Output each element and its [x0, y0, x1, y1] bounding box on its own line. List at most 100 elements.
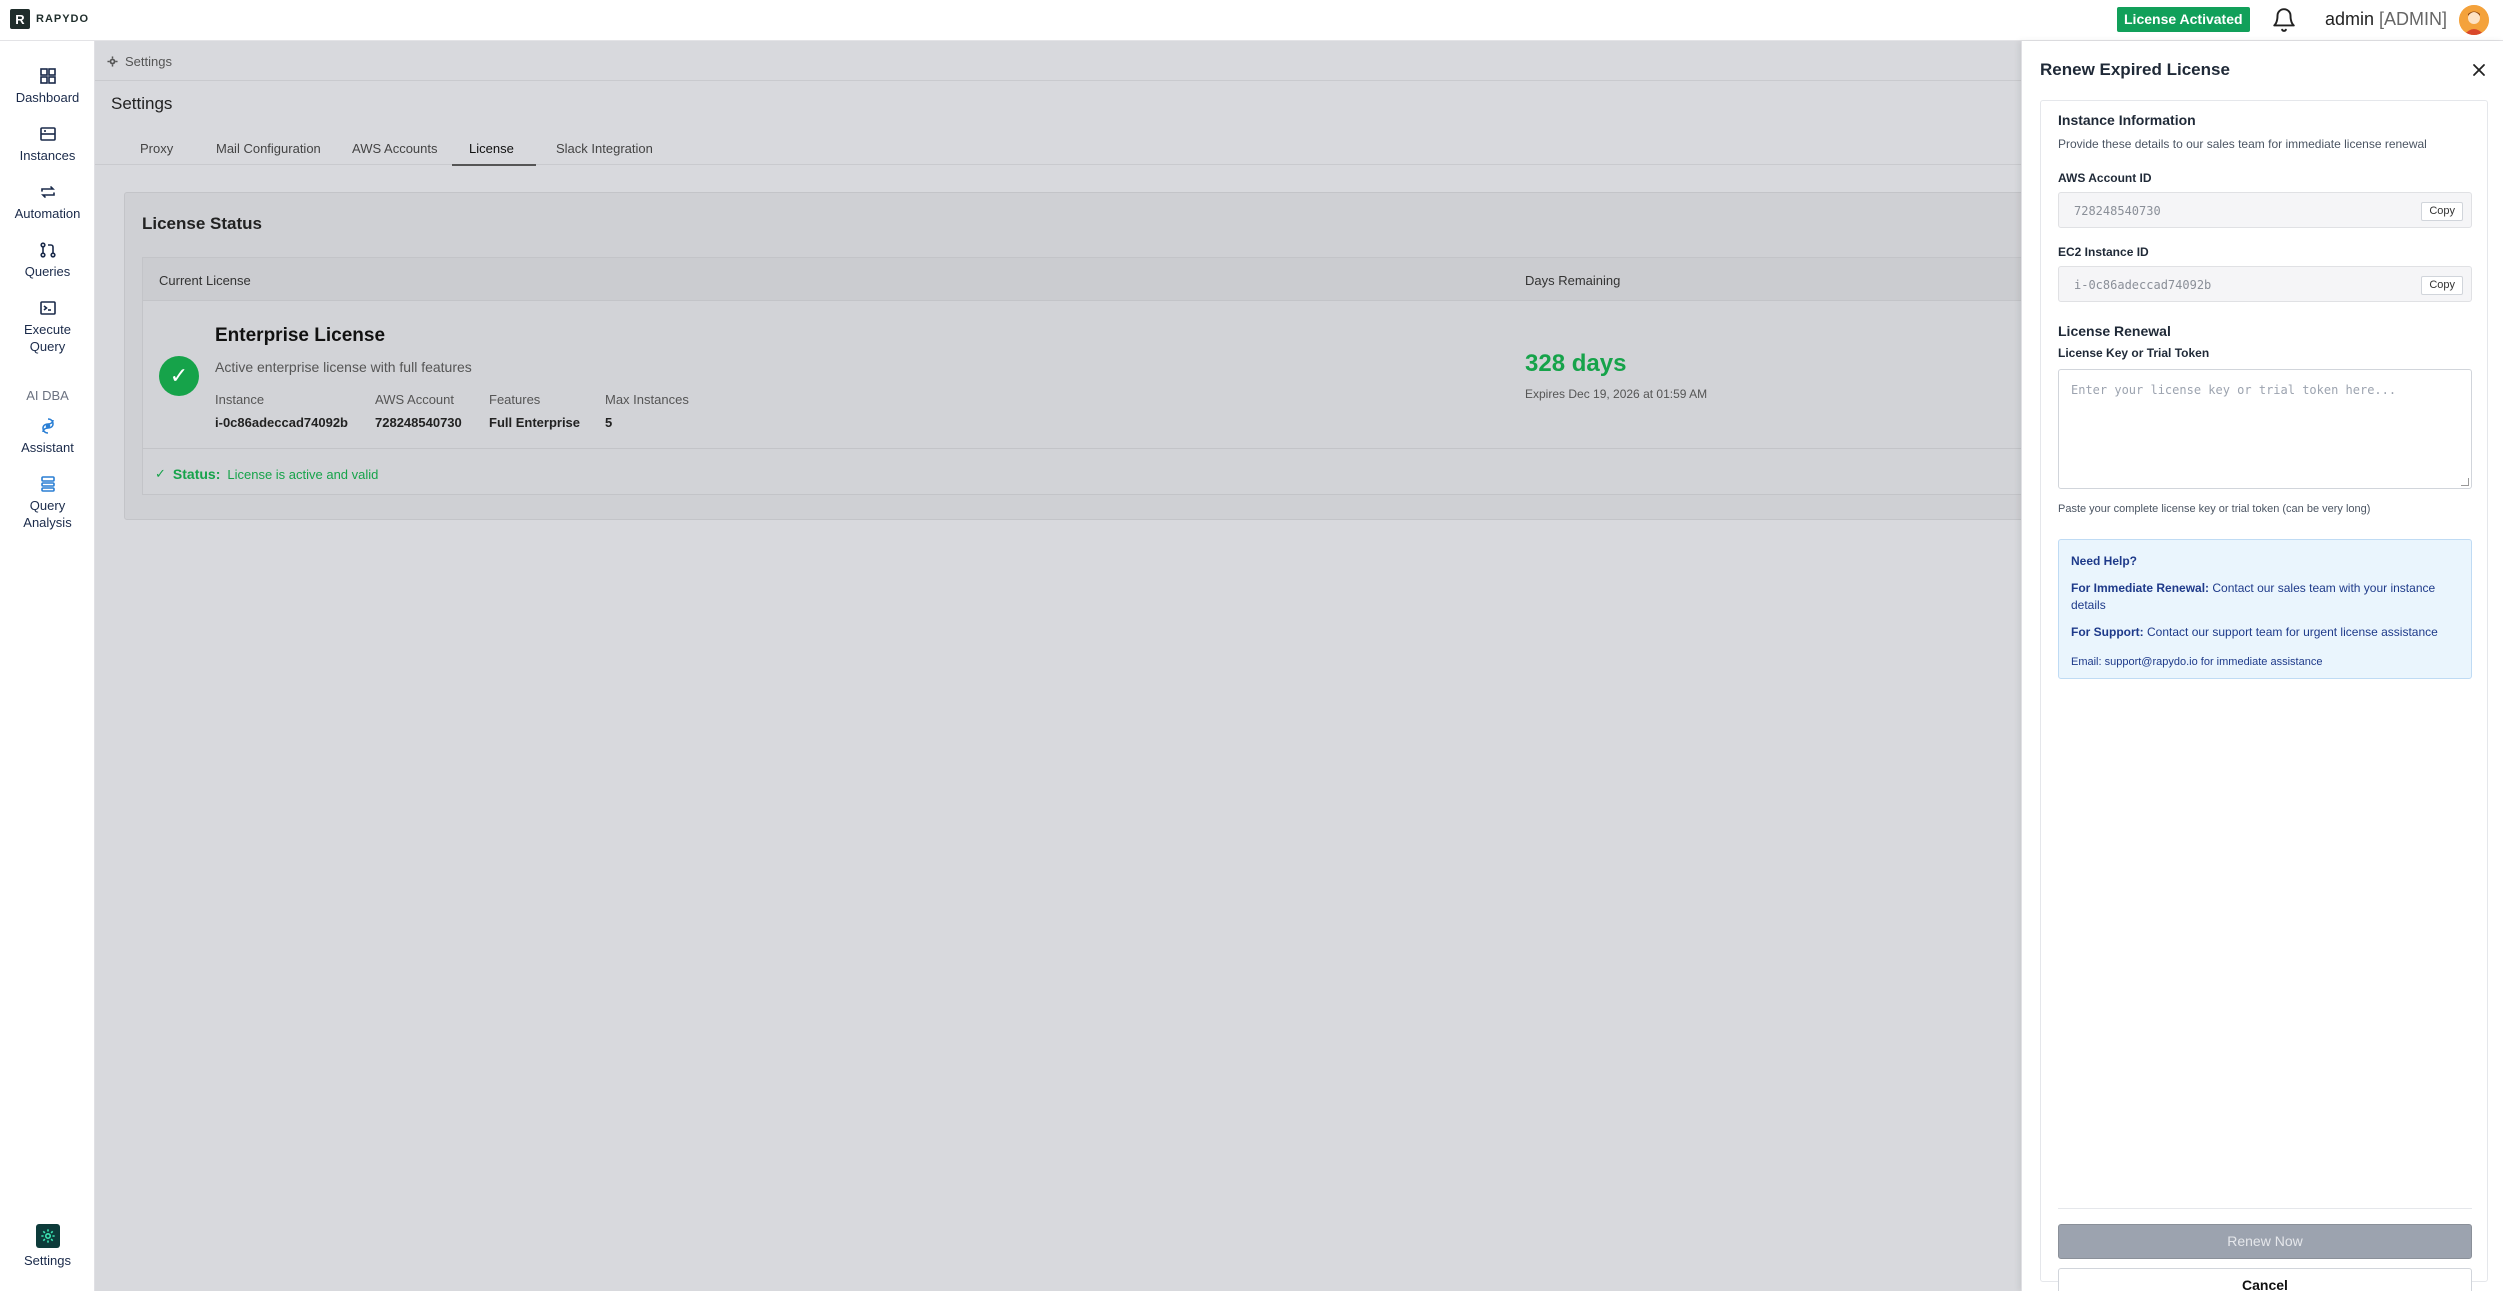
- assistant-icon: [41, 418, 54, 434]
- brand-logo[interactable]: R RAPYDO: [10, 9, 89, 29]
- help-box: Need Help? For Immediate Renewal: Contac…: [2058, 539, 2472, 679]
- bell-icon[interactable]: [2271, 7, 2297, 33]
- repeat-icon: [40, 186, 55, 198]
- breadcrumb: Settings: [107, 54, 172, 69]
- license-status-title: License Status: [142, 214, 262, 233]
- renew-now-button[interactable]: Renew Now: [2058, 1224, 2472, 1259]
- server-icon: [39, 127, 56, 141]
- cancel-button[interactable]: Cancel: [2058, 1268, 2472, 1291]
- logo-mark: R: [10, 9, 30, 29]
- checkmark-icon: ✓: [155, 466, 166, 481]
- help-email-line: Email: support@rapydo.io for immediate a…: [2071, 656, 2323, 668]
- tab-slack-integration[interactable]: Slack Integration: [556, 141, 653, 164]
- ec2-instance-id-value: i-0c86adeccad74092b: [2074, 278, 2212, 292]
- pull-request-icon: [39, 242, 56, 258]
- license-key-label: License Key or Trial Token: [2058, 346, 2210, 360]
- copy-ec2-instance-button[interactable]: Copy: [2421, 276, 2463, 295]
- meta-instance-label: Instance: [215, 392, 265, 407]
- meta-features-label: Features: [489, 392, 541, 407]
- aws-account-id-field: 728248540730 Copy: [2058, 192, 2472, 228]
- meta-aws-account-value: 728248540730: [375, 415, 462, 430]
- sidebar-item-instances[interactable]: Instances: [0, 125, 95, 164]
- column-days-remaining: Days Remaining: [1525, 273, 1621, 288]
- meta-max-instances-value: 5: [605, 415, 613, 430]
- sidebar-item-label: Queries: [24, 264, 71, 279]
- copy-aws-account-button[interactable]: Copy: [2421, 202, 2463, 221]
- meta-features-value: Full Enterprise: [489, 415, 581, 430]
- license-renewal-title: License Renewal: [2058, 323, 2171, 339]
- logo-text: RAPYDO: [36, 13, 90, 25]
- close-icon[interactable]: [2469, 60, 2489, 80]
- license-table: Current License Days Remaining ✓ Enterpr…: [142, 257, 2325, 495]
- help-title: Need Help?: [2071, 554, 2138, 568]
- ai-dba-section-label: AI DBA: [26, 388, 69, 403]
- tab-license[interactable]: License: [452, 141, 536, 166]
- sidebar-item-label: Dashboard: [15, 90, 80, 105]
- help-support-text: Contact our support team for urgent lice…: [2147, 625, 2438, 639]
- tab-mail-configuration[interactable]: Mail Configuration: [216, 141, 321, 164]
- breadcrumb-label[interactable]: Settings: [125, 54, 172, 69]
- page-title: Settings: [111, 94, 173, 113]
- check-circle-icon: ✓: [159, 356, 199, 396]
- license-key-textarea[interactable]: Enter your license key or trial token he…: [2058, 369, 2472, 489]
- license-status-card: License Status Current License Days Rema…: [124, 192, 2325, 520]
- sidebar-item-query-analysis[interactable]: Query Analysis: [0, 475, 95, 531]
- sidebar-item-label: Execute Query: [24, 322, 71, 354]
- sidebar-item-queries[interactable]: Queries: [0, 241, 95, 280]
- sidebar-item-automation[interactable]: Automation: [0, 183, 95, 222]
- meta-instance-value: i-0c86adeccad74092b: [215, 415, 348, 430]
- dashboard-icon: [39, 68, 56, 84]
- meta-aws-account-label: AWS Account: [375, 392, 454, 407]
- user-menu[interactable]: admin [ADMIN]: [2325, 9, 2447, 30]
- query-analysis-icon: [40, 476, 55, 492]
- instance-info-title: Instance Information: [2058, 112, 2196, 128]
- sidebar-item-label: Settings: [24, 1253, 71, 1268]
- sidebar-item-label: Assistant: [21, 440, 74, 455]
- tab-proxy[interactable]: Proxy: [140, 141, 173, 164]
- avatar[interactable]: [2459, 5, 2489, 35]
- sidebar-item-settings[interactable]: Settings: [0, 1224, 95, 1269]
- aws-account-id-value: 728248540730: [2074, 204, 2161, 218]
- gear-icon: [107, 56, 118, 67]
- gear-icon: [35, 1224, 60, 1248]
- instance-info-subtitle: Provide these details to our sales team …: [2058, 137, 2427, 151]
- help-renewal-line: For Immediate Renewal: Contact our sales…: [2071, 580, 2461, 614]
- sidebar-item-label: Automation: [14, 206, 81, 221]
- help-support-line: For Support: Contact our support team fo…: [2071, 624, 2461, 641]
- license-name: Enterprise License: [215, 325, 386, 346]
- renew-license-drawer: Renew Expired License Instance Informati…: [2021, 41, 2503, 1291]
- ec2-instance-id-label: EC2 Instance ID: [2058, 245, 2149, 259]
- column-current-license: Current License: [159, 273, 251, 288]
- sidebar-item-dashboard[interactable]: Dashboard: [0, 67, 95, 106]
- sidebar-item-assistant[interactable]: Assistant: [0, 417, 95, 456]
- help-support-label: For Support:: [2071, 625, 2144, 639]
- license-key-hint: Paste your complete license key or trial…: [2058, 503, 2371, 515]
- license-key-placeholder: Enter your license key or trial token he…: [2071, 383, 2397, 397]
- terminal-icon: [39, 301, 56, 315]
- license-activated-badge: License Activated: [2117, 7, 2250, 32]
- status-row: ✓ Status: License is active and valid: [143, 448, 2325, 496]
- sidebar: Dashboard Instances Automation Queries E…: [0, 41, 95, 1291]
- expiry-date: Expires Dec 19, 2026 at 01:59 AM: [1525, 387, 1708, 401]
- ec2-instance-id-field: i-0c86adeccad74092b Copy: [2058, 266, 2472, 302]
- drawer-panel: Instance Information Provide these detai…: [2040, 100, 2488, 1291]
- sidebar-item-execute-query[interactable]: Execute Query: [0, 299, 95, 355]
- meta-max-instances-label: Max Instances: [605, 392, 689, 407]
- footer-divider: [2058, 1208, 2472, 1209]
- tab-aws-accounts[interactable]: AWS Accounts: [352, 141, 438, 164]
- drawer-title: Renew Expired License: [2040, 60, 2230, 79]
- sidebar-item-label: Instances: [19, 148, 76, 163]
- resize-grip[interactable]: [2461, 478, 2469, 486]
- user-role: [ADMIN]: [2379, 9, 2448, 29]
- help-renewal-label: For Immediate Renewal:: [2071, 581, 2210, 595]
- license-description: Active enterprise license with full feat…: [215, 359, 472, 375]
- sidebar-item-label: Query Analysis: [23, 498, 72, 530]
- license-table-header: Current License Days Remaining: [143, 258, 2325, 301]
- days-remaining-value: 328 days: [1525, 350, 1627, 377]
- status-line: ✓ Status: License is active and valid: [155, 466, 378, 482]
- aws-account-id-label: AWS Account ID: [2058, 171, 2152, 185]
- top-bar: R RAPYDO License Activated admin [ADMIN]: [0, 0, 2503, 41]
- status-text: License is active and valid: [227, 466, 379, 482]
- status-label: Status:: [172, 466, 221, 482]
- user-name: admin: [2325, 9, 2375, 29]
